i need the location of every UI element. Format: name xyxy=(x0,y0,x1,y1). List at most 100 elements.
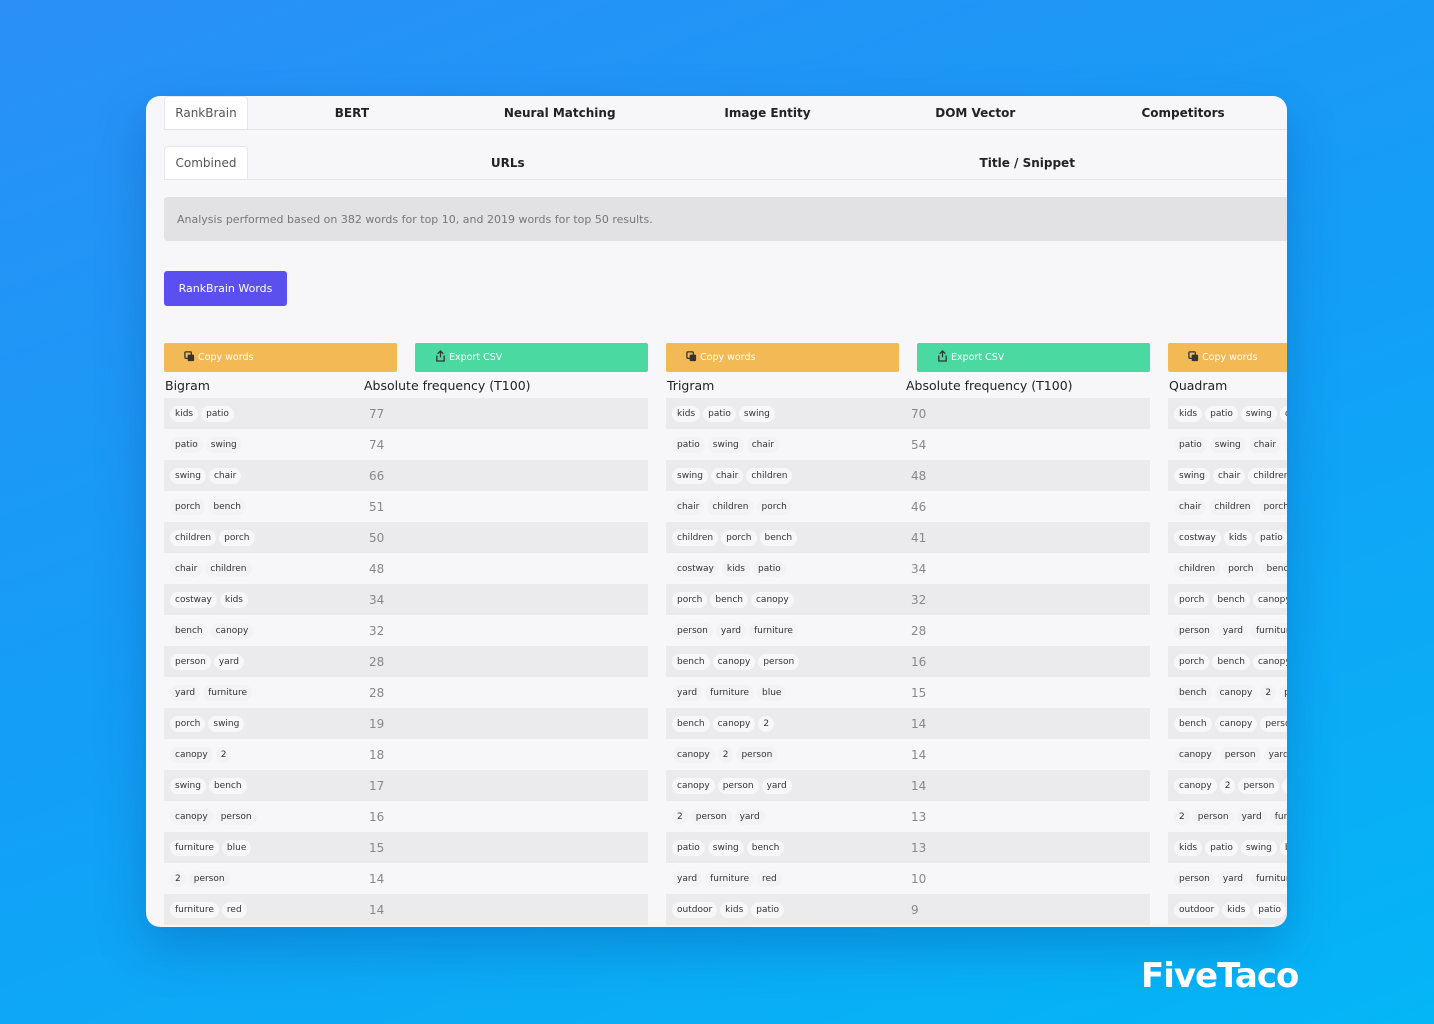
word-chip[interactable]: porch xyxy=(1174,591,1210,608)
word-chip[interactable]: swing xyxy=(1240,405,1277,422)
rankbrain-words-button[interactable]: RankBrain Words xyxy=(164,271,287,306)
word-chip[interactable]: person xyxy=(672,622,713,639)
word-chip[interactable]: yard xyxy=(213,653,244,670)
word-chip[interactable]: red xyxy=(221,901,247,918)
word-chip[interactable]: patio xyxy=(201,405,234,422)
word-chip[interactable]: 2 xyxy=(717,746,734,763)
word-chip[interactable]: person xyxy=(1238,777,1280,794)
word-chip[interactable]: 2 xyxy=(215,746,232,763)
word-chip[interactable]: person xyxy=(188,870,230,887)
word-chip[interactable]: blue xyxy=(757,684,787,701)
word-chip[interactable]: porch xyxy=(1223,560,1259,577)
word-chip[interactable]: chair xyxy=(1248,436,1282,453)
copy-words-button[interactable]: Copy words xyxy=(164,343,397,372)
word-chip[interactable]: furniture xyxy=(1250,870,1287,887)
word-chip[interactable]: furniture xyxy=(170,839,219,856)
word-chip[interactable]: bench xyxy=(1279,839,1287,856)
word-chip[interactable]: porch xyxy=(721,529,757,546)
word-chip[interactable]: swing xyxy=(1240,839,1277,856)
word-chip[interactable]: canopy xyxy=(750,591,794,608)
word-chip[interactable]: patio xyxy=(1255,529,1287,546)
word-chip[interactable]: furniture xyxy=(1250,622,1287,639)
word-chip[interactable]: patio xyxy=(703,405,736,422)
word-chip[interactable]: swing xyxy=(707,839,744,856)
word-chip[interactable]: person xyxy=(736,746,778,763)
word-chip[interactable]: porch xyxy=(1258,498,1287,515)
word-chip[interactable]: person xyxy=(690,808,732,825)
word-chip[interactable]: person xyxy=(1260,715,1287,732)
word-chip[interactable]: chair xyxy=(170,560,203,577)
word-chip[interactable]: 2 xyxy=(758,715,775,732)
word-chip[interactable]: person xyxy=(1192,808,1234,825)
word-chip[interactable]: yard xyxy=(1282,777,1287,794)
word-chip[interactable]: canopy xyxy=(1252,653,1287,670)
word-chip[interactable]: chair xyxy=(1212,467,1246,484)
word-chip[interactable]: chair xyxy=(208,467,242,484)
word-chip[interactable]: 2 xyxy=(1174,808,1190,825)
word-chip[interactable]: 2 xyxy=(1260,684,1277,701)
word-chip[interactable]: yard xyxy=(734,808,765,825)
word-chip[interactable]: blue xyxy=(221,839,252,856)
word-chip[interactable]: kids xyxy=(1174,839,1203,856)
word-chip[interactable]: canopy xyxy=(712,653,756,670)
word-chip[interactable]: bench xyxy=(1174,684,1212,701)
word-chip[interactable]: yard xyxy=(1217,870,1248,887)
word-chip[interactable]: patio xyxy=(751,901,785,918)
word-chip[interactable]: bench xyxy=(672,715,710,732)
word-chip[interactable]: bench xyxy=(208,498,246,515)
word-chip[interactable]: patio xyxy=(1253,901,1287,918)
word-chip[interactable]: 2 xyxy=(672,808,688,825)
word-chip[interactable]: patio xyxy=(1205,405,1238,422)
word-chip[interactable]: porch xyxy=(219,529,255,546)
word-chip[interactable]: costway xyxy=(1174,529,1221,546)
word-chip[interactable]: bench xyxy=(1212,591,1250,608)
word-chip[interactable]: children xyxy=(707,498,754,515)
word-chip[interactable]: yard xyxy=(170,684,201,701)
word-chip[interactable]: yard xyxy=(672,684,703,701)
word-chip[interactable]: furniture xyxy=(1269,808,1287,825)
word-chip[interactable]: chair xyxy=(710,467,744,484)
word-chip[interactable]: canopy xyxy=(1174,777,1217,794)
word-chip[interactable]: canopy xyxy=(170,808,213,825)
word-chip[interactable]: yard xyxy=(1263,746,1287,763)
copy-words-button[interactable]: Copy words xyxy=(666,343,899,372)
tab-image-entity[interactable]: Image Entity xyxy=(664,96,872,129)
word-chip[interactable]: bench xyxy=(1212,653,1250,670)
word-chip[interactable]: porch xyxy=(1174,653,1210,670)
word-chip[interactable]: children xyxy=(170,529,217,546)
word-chip[interactable]: patio xyxy=(672,839,705,856)
word-chip[interactable]: person xyxy=(215,808,257,825)
word-chip[interactable]: chair xyxy=(746,436,780,453)
word-chip[interactable]: porch xyxy=(672,591,708,608)
word-chip[interactable]: patio xyxy=(1174,436,1207,453)
word-chip[interactable]: bench xyxy=(170,622,208,639)
tab-bert[interactable]: BERT xyxy=(248,96,456,129)
word-chip[interactable]: children xyxy=(1284,436,1287,453)
word-chip[interactable]: chair xyxy=(1279,405,1287,422)
word-chip[interactable]: kids xyxy=(721,560,750,577)
tab-dom-vector[interactable]: DOM Vector xyxy=(871,96,1079,129)
word-chip[interactable]: bench xyxy=(710,591,748,608)
word-chip[interactable]: bench xyxy=(1261,560,1287,577)
word-chip[interactable]: canopy xyxy=(210,622,254,639)
word-chip[interactable]: person xyxy=(1219,746,1261,763)
word-chip[interactable]: swing xyxy=(205,436,242,453)
tab-competitors[interactable]: Competitors xyxy=(1079,96,1287,129)
word-chip[interactable]: bench xyxy=(746,839,785,856)
word-chip[interactable]: yard xyxy=(672,870,703,887)
word-chip[interactable]: costway xyxy=(672,560,719,577)
word-chip[interactable]: 2 xyxy=(170,870,186,887)
word-chip[interactable]: kids xyxy=(219,591,248,608)
word-chip[interactable]: canopy xyxy=(672,777,715,794)
word-chip[interactable]: canopy xyxy=(1214,684,1258,701)
word-chip[interactable]: red xyxy=(757,870,782,887)
word-chip[interactable]: swing xyxy=(672,467,708,484)
word-chip[interactable]: furniture xyxy=(705,870,755,887)
word-chip[interactable]: children xyxy=(1174,560,1221,577)
word-chip[interactable]: person xyxy=(1174,870,1215,887)
word-chip[interactable]: chair xyxy=(672,498,705,515)
word-chip[interactable]: canopy xyxy=(1174,746,1217,763)
word-chip[interactable]: chair xyxy=(1174,498,1207,515)
word-chip[interactable]: furniture xyxy=(203,684,253,701)
word-chip[interactable]: swing xyxy=(170,777,206,794)
